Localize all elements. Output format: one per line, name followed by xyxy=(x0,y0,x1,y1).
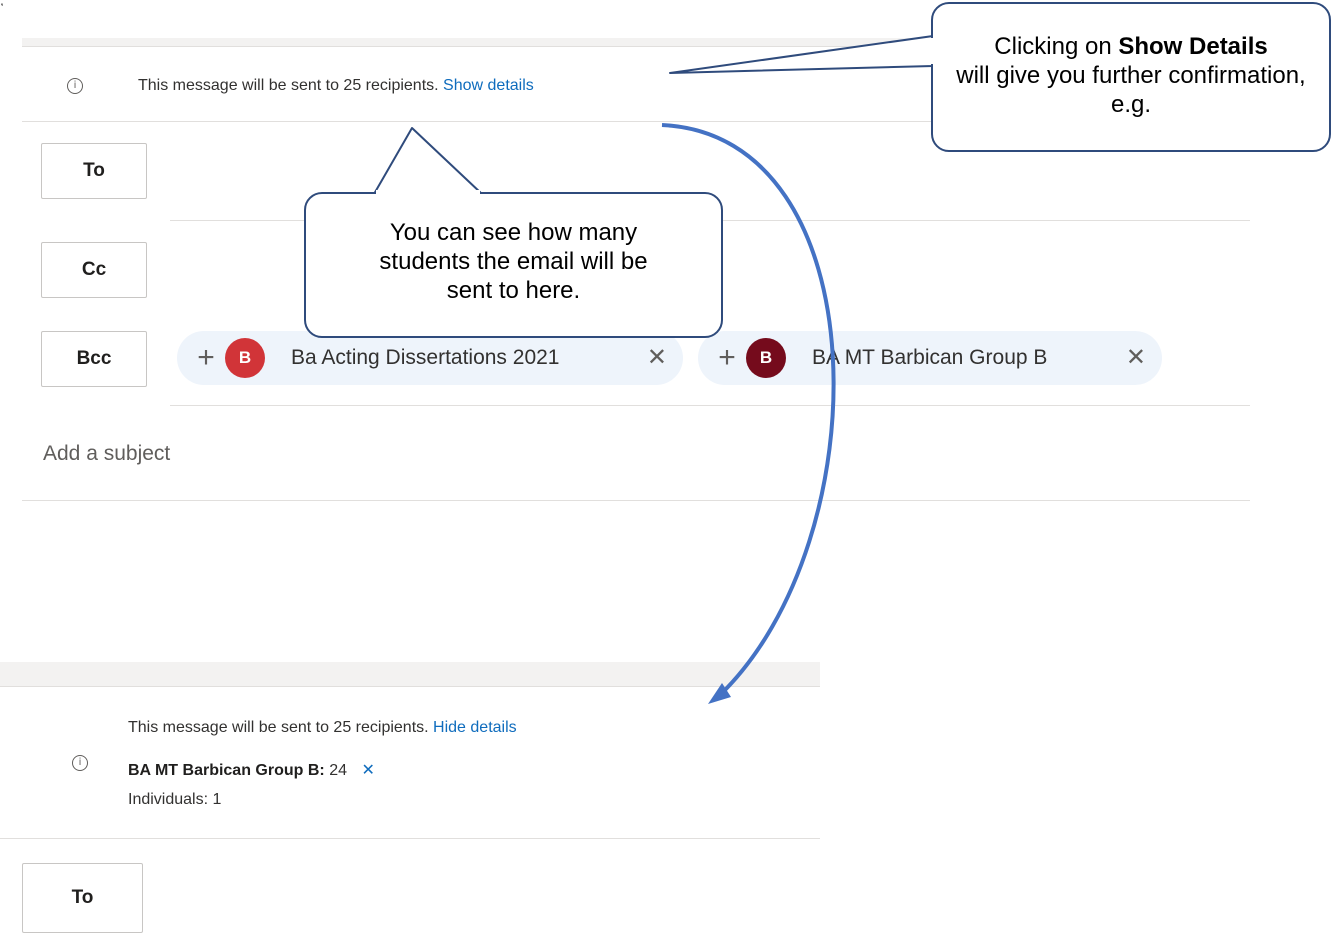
hide-details-link[interactable]: Hide details xyxy=(433,719,517,736)
remove-recipient-icon[interactable]: ✕ xyxy=(1126,343,1146,372)
group-breakdown: BA MT Barbican Group B: 24 ✕ xyxy=(128,760,375,780)
avatar: B xyxy=(746,338,786,378)
expand-group-icon[interactable]: + xyxy=(195,341,217,375)
group-count: 24 xyxy=(329,762,347,779)
recipient-chip[interactable]: + B BA MT Barbican Group B ✕ xyxy=(698,331,1162,385)
expand-group-icon[interactable]: + xyxy=(716,341,738,375)
cropped-header-text: , xyxy=(0,0,80,6)
group-name: BA MT Barbican Group B: xyxy=(128,762,325,779)
recipients-notice: This message will be sent to 25 recipien… xyxy=(138,77,534,95)
divider xyxy=(22,500,1250,501)
recipients-notice-text: This message will be sent to 25 recipien… xyxy=(128,719,429,736)
bottom-panel-shade xyxy=(0,662,820,686)
callout-tail-joint xyxy=(929,38,935,64)
recipients-notice: This message will be sent to 25 recipien… xyxy=(128,719,517,737)
divider xyxy=(170,405,1250,406)
callout-text-suffix: will give you further confirmation, e.g. xyxy=(956,62,1306,118)
remove-recipient-icon[interactable]: ✕ xyxy=(647,343,667,372)
divider xyxy=(0,838,820,839)
callout-text-bold: Show Details xyxy=(1118,33,1268,60)
middle-callout-tail xyxy=(373,127,483,195)
info-icon: i xyxy=(67,78,83,94)
divider xyxy=(0,686,820,687)
show-details-link[interactable]: Show details xyxy=(443,77,534,94)
recipient-chip[interactable]: + B Ba Acting Dissertations 2021 ✕ xyxy=(177,331,683,385)
recipient-count-callout: You can see how many students the email … xyxy=(304,192,723,338)
recipients-notice-text: This message will be sent to 25 recipien… xyxy=(138,77,439,94)
callout-text-prefix: Clicking on xyxy=(994,33,1119,60)
remove-group-icon[interactable]: ✕ xyxy=(361,762,374,779)
recipient-name: BA MT Barbican Group B xyxy=(812,346,1048,369)
to-button[interactable]: To xyxy=(41,143,147,199)
recipient-name: Ba Acting Dissertations 2021 xyxy=(291,346,560,369)
middle-callout-tail-joint xyxy=(376,190,480,196)
bcc-button[interactable]: Bcc xyxy=(41,331,147,387)
subject-input[interactable]: Add a subject xyxy=(43,442,170,466)
info-icon: i xyxy=(72,755,88,771)
to-button[interactable]: To xyxy=(22,863,143,933)
callout-text: You can see how many students the email … xyxy=(379,219,648,304)
individuals-count: Individuals: 1 xyxy=(128,791,222,808)
avatar: B xyxy=(225,338,265,378)
cc-button[interactable]: Cc xyxy=(41,242,147,298)
show-details-callout: Clicking on Show Details will give you f… xyxy=(931,2,1331,152)
